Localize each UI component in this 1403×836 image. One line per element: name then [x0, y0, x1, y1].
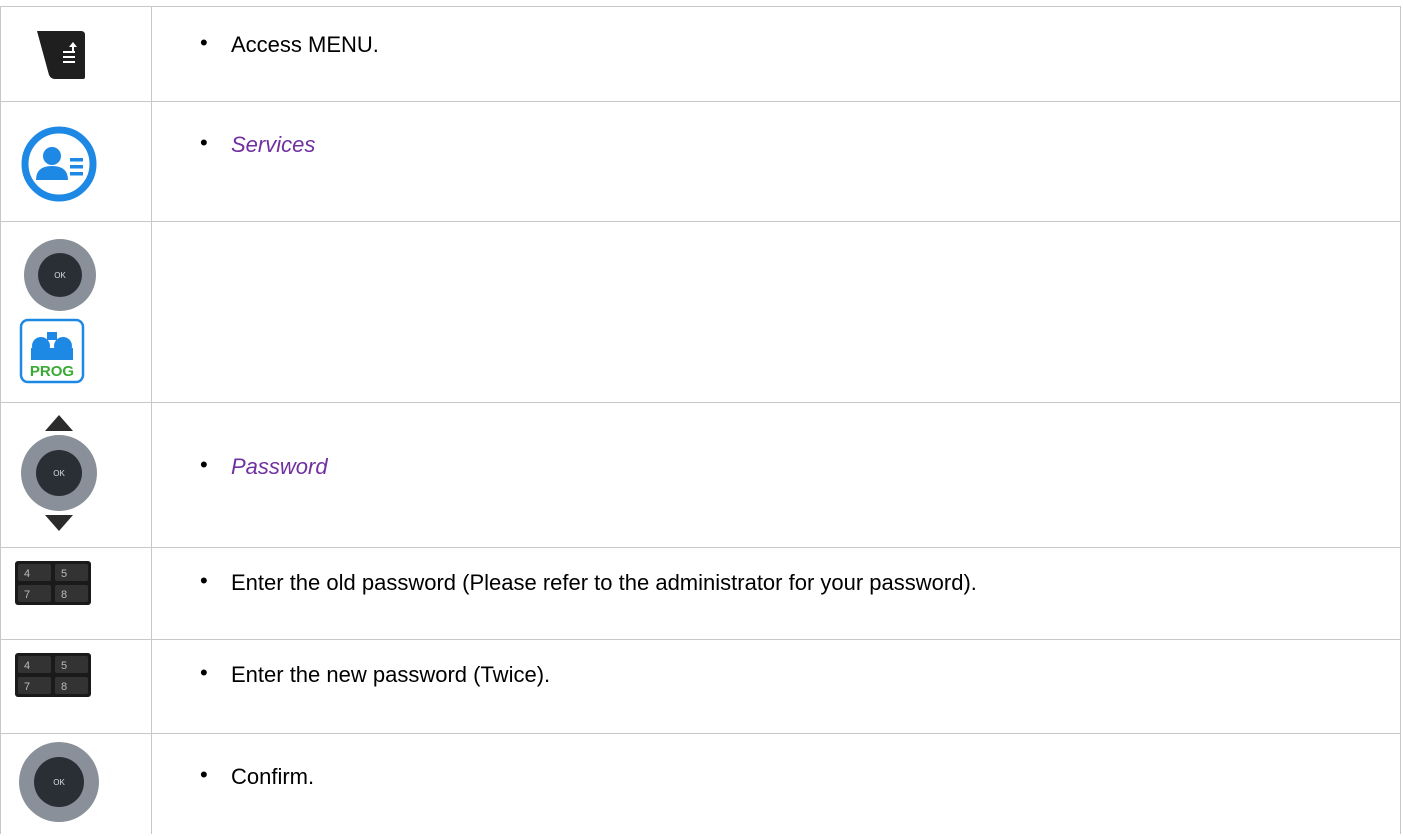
keypad-icon: 4 5 7 8: [15, 653, 91, 697]
icon-cell: OK: [0, 733, 152, 834]
svg-text:7: 7: [24, 589, 30, 601]
navigator-left-right-icon: OK: [24, 239, 96, 311]
svg-text:PROG: PROG: [30, 363, 74, 380]
icon-cell: 4 5 7 8: [0, 547, 152, 640]
step-text-password: Password: [231, 454, 328, 479]
steps-table: • Access MENU. • Services OK PROG OK • P…: [0, 6, 1401, 834]
text-cell: • Enter the old password (Please refer t…: [151, 547, 1401, 640]
icon-cell: OK PROG: [0, 221, 152, 403]
navigator-up-down-icon: OK: [21, 415, 97, 531]
step-row: OK • Confirm.: [0, 733, 1401, 834]
keypad-icon: 4 5 7 8: [15, 561, 91, 605]
text-cell: [151, 221, 1401, 403]
svg-text:5: 5: [61, 660, 67, 672]
text-cell: • Enter the new password (Twice).: [151, 639, 1401, 734]
bullet: •: [200, 452, 208, 477]
step-text-new-password: Enter the new password (Twice).: [231, 662, 551, 687]
icon-cell: [0, 6, 152, 102]
text-cell: • Password: [151, 402, 1401, 548]
svg-text:7: 7: [24, 681, 30, 693]
icon-cell: 4 5 7 8: [0, 639, 152, 734]
step-text-access-menu: Access MENU.: [231, 32, 379, 57]
bullet: •: [200, 130, 208, 155]
icon-cell: [0, 101, 152, 222]
step-text-services: Services: [231, 132, 316, 157]
step-text-confirm: Confirm.: [231, 764, 315, 789]
svg-text:8: 8: [61, 589, 67, 601]
prog-icon: PROG: [19, 318, 85, 384]
text-cell: • Access MENU.: [151, 6, 1401, 102]
svg-text:5: 5: [61, 568, 67, 580]
step-row: 4 5 7 8 • Enter the new password (Twice)…: [0, 639, 1401, 734]
services-icon: [21, 126, 97, 202]
bullet: •: [200, 660, 208, 685]
svg-text:8: 8: [61, 681, 67, 693]
svg-text:OK: OK: [54, 271, 66, 280]
bullet: •: [200, 568, 208, 593]
menu-key-icon: [37, 31, 85, 79]
step-row: • Access MENU.: [0, 6, 1401, 102]
step-row: OK PROG: [0, 221, 1401, 403]
svg-text:4: 4: [24, 568, 30, 580]
ok-key-icon: OK: [19, 742, 99, 822]
icon-cell: OK: [0, 402, 152, 548]
step-row: 4 5 7 8 • Enter the old password (Please…: [0, 547, 1401, 640]
svg-text:4: 4: [24, 660, 30, 672]
bullet: •: [200, 30, 208, 55]
svg-text:OK: OK: [53, 778, 65, 787]
step-row: • Services: [0, 101, 1401, 222]
svg-text:OK: OK: [53, 469, 65, 478]
text-cell: • Confirm.: [151, 733, 1401, 834]
step-text-old-password: Enter the old password (Please refer to …: [231, 570, 977, 595]
bullet: •: [200, 762, 208, 787]
step-row: OK • Password: [0, 402, 1401, 548]
text-cell: • Services: [151, 101, 1401, 222]
